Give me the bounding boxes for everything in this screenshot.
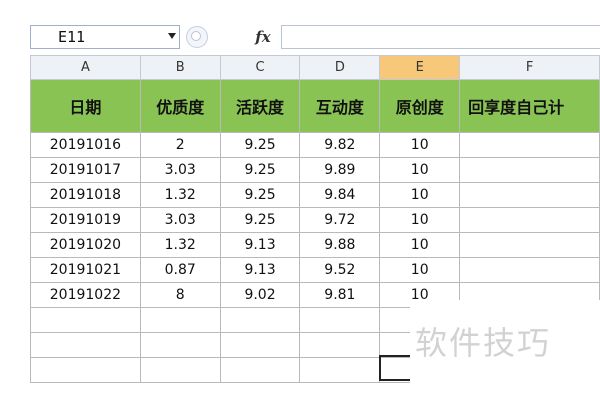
- cell[interactable]: 9.72: [299, 207, 381, 233]
- table-row: 20191018 1.32 9.25 9.84 10: [30, 182, 600, 208]
- header-cell-interaction[interactable]: 互动度: [299, 79, 381, 133]
- table-row: 20191019 3.03 9.25 9.72 10: [30, 207, 600, 233]
- cell[interactable]: 1.32: [139, 232, 221, 258]
- column-header-a[interactable]: A: [30, 55, 141, 80]
- cell[interactable]: 9.84: [299, 182, 381, 208]
- cell[interactable]: [139, 357, 221, 383]
- header-cell-date[interactable]: 日期: [30, 79, 141, 133]
- cell[interactable]: [459, 157, 600, 183]
- cell[interactable]: 20191020: [30, 232, 141, 258]
- cell[interactable]: 20191022: [30, 282, 141, 308]
- table-row: 20191021 0.87 9.13 9.52 10: [30, 257, 600, 283]
- cell[interactable]: 10: [379, 157, 461, 183]
- cell[interactable]: [30, 332, 141, 358]
- cell[interactable]: 10: [379, 232, 461, 258]
- cell[interactable]: 1.32: [139, 182, 221, 208]
- cell[interactable]: 9.13: [219, 257, 301, 283]
- column-header-row: A B C D E F: [30, 55, 600, 80]
- fx-icon[interactable]: fx: [248, 25, 278, 49]
- cell[interactable]: [30, 307, 141, 333]
- cell[interactable]: 10: [379, 182, 461, 208]
- cell[interactable]: [299, 357, 381, 383]
- cell[interactable]: [459, 182, 600, 208]
- cell[interactable]: 2: [139, 132, 221, 158]
- column-header-c[interactable]: C: [219, 55, 301, 80]
- cell[interactable]: [459, 132, 600, 158]
- cell[interactable]: 8: [139, 282, 221, 308]
- cell[interactable]: 9.81: [299, 282, 381, 308]
- table-header-row: 日期 优质度 活跃度 互动度 原创度 回享度自己计: [30, 79, 600, 133]
- cell[interactable]: 10: [379, 132, 461, 158]
- cell[interactable]: [459, 257, 600, 283]
- name-box[interactable]: E11: [30, 25, 180, 49]
- column-header-e[interactable]: E: [379, 55, 461, 80]
- selected-cell-outline[interactable]: [379, 355, 413, 381]
- cell[interactable]: 3.03: [139, 207, 221, 233]
- cell[interactable]: 20191018: [30, 182, 141, 208]
- cell[interactable]: 9.52: [299, 257, 381, 283]
- cell[interactable]: 0.87: [139, 257, 221, 283]
- formula-input[interactable]: [281, 25, 600, 49]
- cell[interactable]: 3.03: [139, 157, 221, 183]
- cell[interactable]: [219, 357, 301, 383]
- function-wizard-toggle[interactable]: [186, 26, 208, 48]
- cell[interactable]: 9.82: [299, 132, 381, 158]
- cell[interactable]: 9.13: [219, 232, 301, 258]
- cell[interactable]: [459, 207, 600, 233]
- cell[interactable]: 9.02: [219, 282, 301, 308]
- cell[interactable]: [219, 332, 301, 358]
- header-cell-quality[interactable]: 优质度: [139, 79, 221, 133]
- cell[interactable]: 9.25: [219, 157, 301, 183]
- column-header-b[interactable]: B: [139, 55, 221, 80]
- cell[interactable]: [139, 307, 221, 333]
- cell[interactable]: 9.89: [299, 157, 381, 183]
- formula-bar: E11 fx: [0, 0, 600, 55]
- header-cell-share[interactable]: 回享度自己计: [459, 79, 600, 133]
- cell[interactable]: 20191019: [30, 207, 141, 233]
- cell[interactable]: [139, 332, 221, 358]
- cell[interactable]: 9.25: [219, 182, 301, 208]
- cell[interactable]: 20191017: [30, 157, 141, 183]
- cell[interactable]: 10: [379, 257, 461, 283]
- cell[interactable]: [299, 307, 381, 333]
- header-cell-originality[interactable]: 原创度: [379, 79, 461, 133]
- table-row: 20191017 3.03 9.25 9.89 10: [30, 157, 600, 183]
- cell[interactable]: [219, 307, 301, 333]
- cell[interactable]: 9.88: [299, 232, 381, 258]
- circle-icon: [191, 31, 201, 41]
- cell[interactable]: 20191021: [30, 257, 141, 283]
- chevron-down-icon[interactable]: [168, 33, 176, 39]
- cell[interactable]: [459, 232, 600, 258]
- column-header-d[interactable]: D: [299, 55, 381, 80]
- table-row: 20191020 1.32 9.13 9.88 10: [30, 232, 600, 258]
- cell[interactable]: 20191016: [30, 132, 141, 158]
- cell[interactable]: [299, 332, 381, 358]
- cell[interactable]: 10: [379, 207, 461, 233]
- table-row: 20191016 2 9.25 9.82 10: [30, 132, 600, 158]
- header-cell-activity[interactable]: 活跃度: [219, 79, 301, 133]
- cell[interactable]: 9.25: [219, 207, 301, 233]
- cell[interactable]: 9.25: [219, 132, 301, 158]
- column-header-f[interactable]: F: [459, 55, 600, 80]
- watermark-text: 软件技巧: [415, 324, 552, 362]
- cell[interactable]: [30, 357, 141, 383]
